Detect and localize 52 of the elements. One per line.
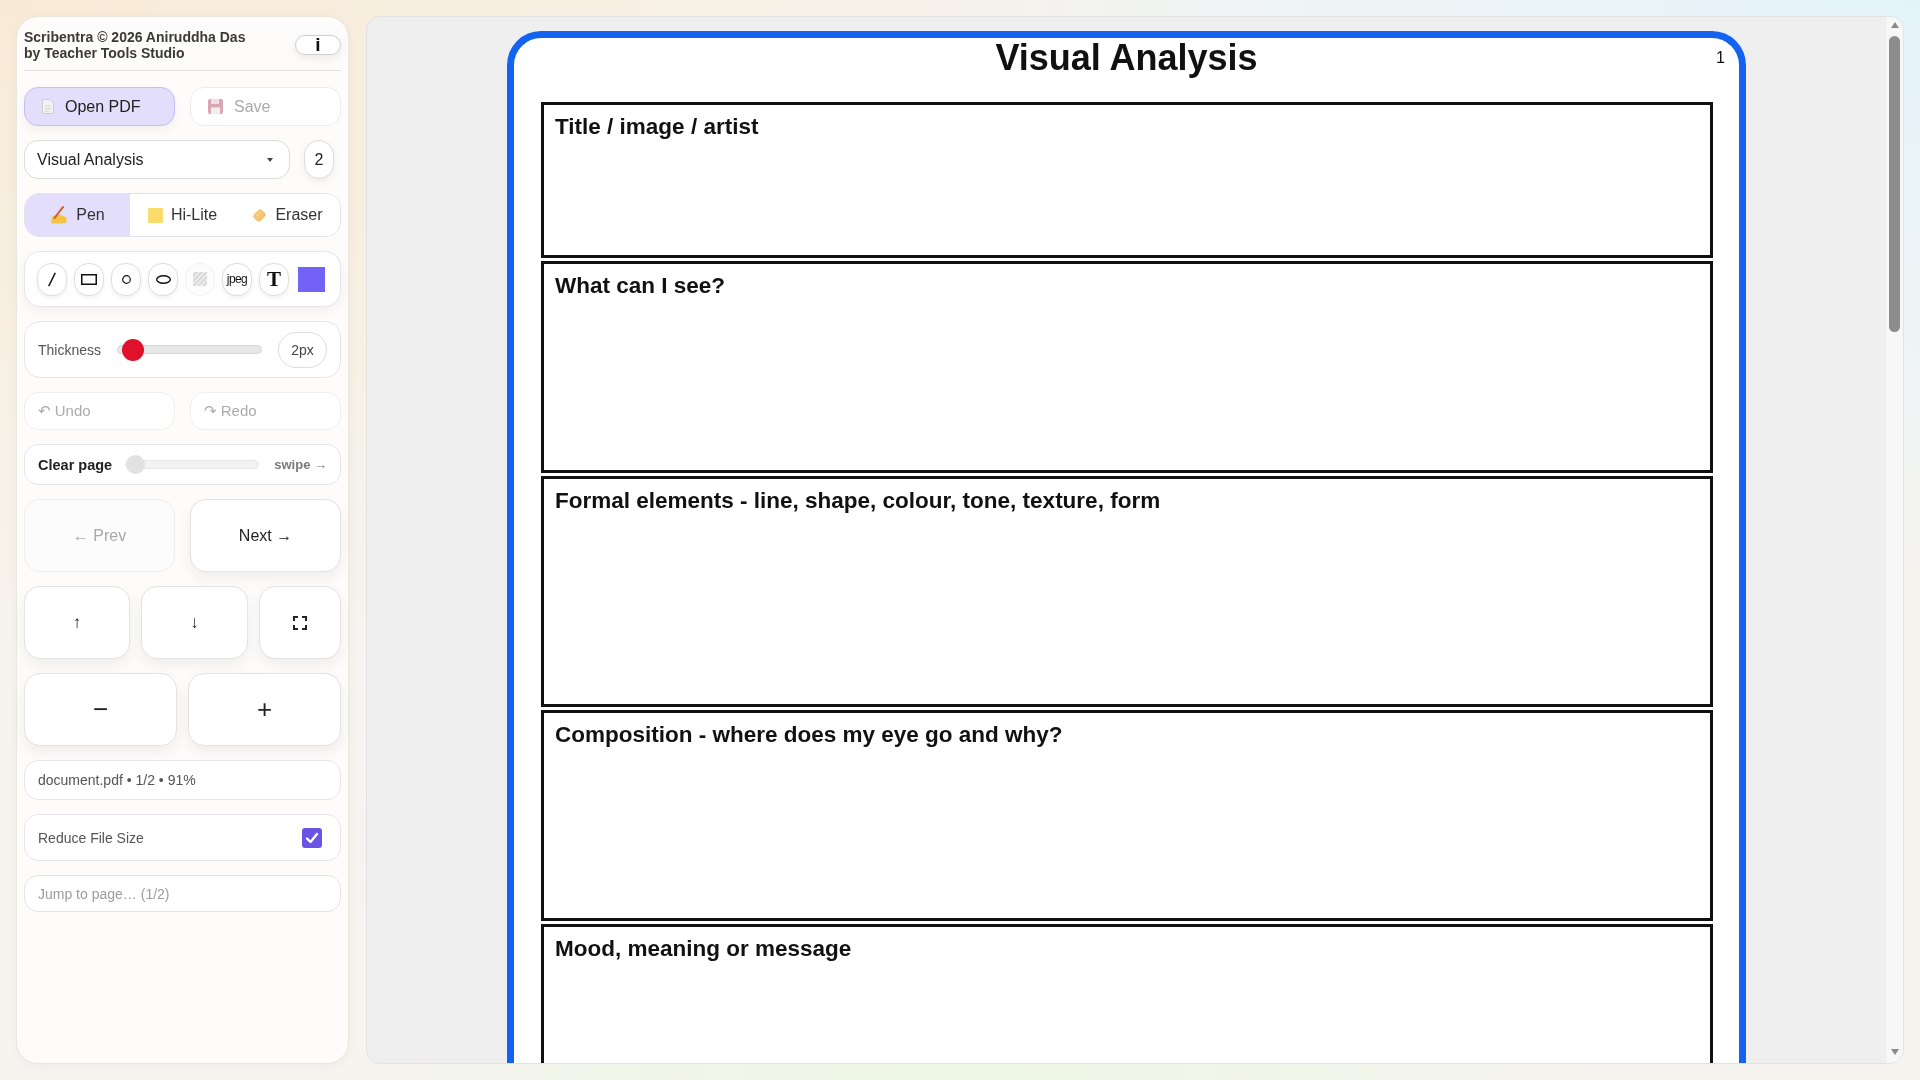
mode-tab[interactable]: Pen [25, 194, 130, 236]
answer-box[interactable]: Mood, meaning or message [541, 924, 1713, 1063]
ellipse-icon [155, 274, 171, 284]
template-dropdown[interactable]: Visual Analysis [24, 140, 290, 179]
tool-button[interactable] [148, 262, 178, 296]
info-button[interactable]: i [295, 35, 341, 55]
scroll-up-button[interactable]: ↑ [24, 586, 130, 659]
tool-button[interactable] [74, 262, 104, 296]
checkbox[interactable] [302, 827, 322, 848]
rectangle-icon [81, 273, 97, 285]
scroll-up-icon[interactable] [1890, 22, 1899, 28]
scroll-down-icon[interactable] [1890, 1049, 1899, 1055]
thickness-label: Thickness [38, 341, 103, 358]
page-title: Visual Analysis [995, 38, 1258, 78]
circle-icon [121, 274, 131, 284]
box-label: Formal elements - line, shape, colour, tone, texture, form [555, 488, 1161, 513]
file-status: document.pdf • 1/2 • 91% [24, 760, 341, 800]
box-label: Composition - where does my eye go and why? [555, 722, 1063, 747]
credit-line: Scribentra © 2026 Aniruddha Das [24, 29, 246, 45]
fullscreen-icon [293, 615, 307, 630]
text-tool-button[interactable]: T [259, 262, 289, 296]
next-page-button[interactable]: Next → [190, 499, 341, 572]
reduce-file-size-label: Reduce File Size [38, 829, 144, 846]
scrollbar[interactable] [1886, 17, 1903, 1063]
jump-to-page-field[interactable]: Jump to page… (1/2) [24, 875, 341, 912]
clear-page-label: Clear page [38, 456, 113, 473]
swatch-icon[interactable] [298, 266, 325, 292]
hatch-pattern-icon [193, 272, 207, 286]
square-icon [147, 207, 163, 223]
answer-box[interactable]: Composition - where does my eye go and why? [541, 710, 1713, 921]
line-icon [48, 271, 56, 287]
swipe-thumb[interactable] [126, 455, 146, 474]
credit-line: by Teacher Tools Studio [24, 45, 186, 61]
swipe-hint: swipe → [274, 457, 327, 472]
answer-box[interactable]: What can I see? [541, 261, 1713, 473]
answer-box[interactable]: Title / image / artist [541, 102, 1713, 258]
page-number: 1 [1716, 49, 1725, 67]
document-icon [42, 99, 54, 114]
scrollbar-thumb[interactable] [1889, 36, 1900, 332]
answer-box[interactable]: Formal elements - line, shape, colour, tone, texture, form [541, 476, 1713, 707]
jpeg-button[interactable]: jpeg [222, 262, 252, 296]
box-label: Title / image / artist [555, 114, 759, 139]
zoom-out-button[interactable]: − [24, 673, 177, 746]
caret-icon [267, 157, 273, 162]
box-label: What can I see? [555, 273, 726, 298]
writing-hand-icon [50, 206, 69, 224]
box-label: Mood, meaning or message [555, 936, 852, 961]
slider-thumb[interactable] [121, 338, 144, 361]
scroll-down-button[interactable]: ↓ [141, 586, 248, 659]
open-pdf-button[interactable]: Open PDF [24, 87, 175, 126]
template-count: 2 [304, 140, 334, 179]
zoom-in-button[interactable]: + [188, 673, 341, 746]
